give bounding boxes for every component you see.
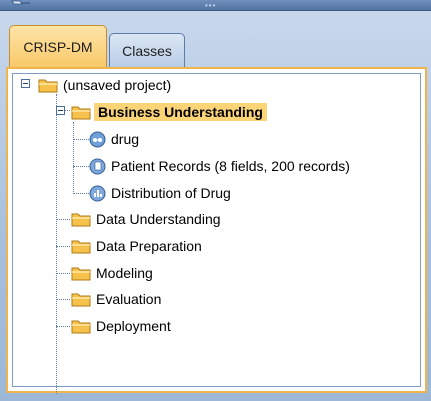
folder-icon bbox=[71, 293, 91, 307]
collapse-root-icon[interactable] bbox=[21, 79, 30, 88]
folder-open-icon bbox=[71, 106, 91, 120]
tree-node-label: (unsaved project) bbox=[63, 77, 172, 93]
tree-node-label: Data Preparation bbox=[96, 238, 202, 254]
resize-grip-icon[interactable]: ••• bbox=[205, 2, 216, 10]
tree-node-patient-records[interactable]: Patient Records (8 fields, 200 records) bbox=[89, 155, 350, 177]
tree-node-data-understanding[interactable]: Data Understanding bbox=[71, 208, 221, 230]
tree-node-label: Business Understanding bbox=[94, 103, 267, 121]
folder-icon bbox=[71, 320, 91, 334]
folder-icon bbox=[38, 79, 58, 93]
project-tree-container: (unsaved project) Business Understanding bbox=[6, 67, 427, 394]
tree-node-label: Evaluation bbox=[96, 291, 162, 307]
tree-connector bbox=[56, 219, 70, 220]
tree-node-label: Deployment bbox=[96, 318, 171, 334]
tree-node-label: Data Understanding bbox=[96, 211, 221, 227]
tree-connector bbox=[56, 326, 70, 327]
tree-node-modeling[interactable]: Modeling bbox=[71, 262, 153, 284]
tree-node-deployment[interactable]: Deployment bbox=[71, 315, 171, 337]
project-panel: CRISP-DM Classes (unsaved project) Busin… bbox=[0, 10, 431, 401]
tree-connector bbox=[56, 94, 57, 394]
tree-node-label: Modeling bbox=[96, 265, 153, 281]
data-node-icon bbox=[89, 158, 106, 174]
tree-node-data-preparation[interactable]: Data Preparation bbox=[71, 235, 202, 257]
tree-node-drug[interactable]: drug bbox=[89, 128, 139, 150]
pin-icon[interactable] bbox=[10, 0, 32, 6]
tree-connector bbox=[73, 166, 89, 167]
tab-crisp-dm[interactable]: CRISP-DM bbox=[9, 25, 107, 67]
tree-node-root[interactable]: (unsaved project) bbox=[38, 74, 171, 96]
tree-node-business-understanding[interactable]: Business Understanding bbox=[71, 101, 267, 123]
tree-connector bbox=[56, 246, 70, 247]
tree-connector bbox=[56, 273, 70, 274]
tree-connector bbox=[73, 193, 89, 194]
tree-node-distribution[interactable]: Distribution of Drug bbox=[89, 182, 231, 204]
tree-node-label: Patient Records (8 fields, 200 records) bbox=[111, 158, 350, 174]
stream-icon bbox=[89, 131, 106, 147]
tree-connector bbox=[73, 139, 89, 140]
tree-node-label: Distribution of Drug bbox=[111, 185, 231, 201]
folder-icon bbox=[71, 240, 91, 254]
collapse-phase-icon[interactable] bbox=[56, 106, 65, 115]
folder-icon bbox=[71, 267, 91, 281]
tree-connector bbox=[56, 299, 70, 300]
tree-node-evaluation[interactable]: Evaluation bbox=[71, 288, 161, 310]
project-tree[interactable]: (unsaved project) Business Understanding bbox=[12, 73, 421, 394]
tree-node-label: drug bbox=[111, 131, 140, 147]
output-node-icon bbox=[89, 185, 106, 201]
folder-icon bbox=[71, 213, 91, 227]
tree-connector bbox=[73, 122, 74, 194]
tab-classes[interactable]: Classes bbox=[109, 33, 185, 67]
